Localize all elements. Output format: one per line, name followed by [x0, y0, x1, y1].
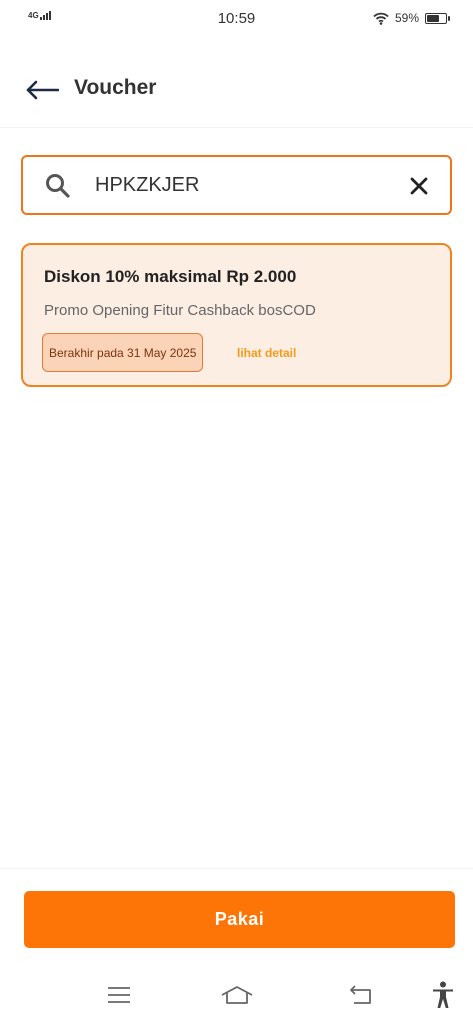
page-title: Voucher [74, 76, 157, 99]
accessibility-icon [433, 981, 453, 1008]
search-icon [46, 174, 70, 198]
voucher-search-box [21, 155, 452, 215]
detail-link[interactable]: lihat detail [237, 346, 296, 360]
battery-percent: 59% [394, 11, 419, 25]
voucher-title: Diskon 10% maksimal Rp 2.000 [44, 267, 297, 286]
menu-button[interactable] [101, 980, 137, 1010]
app-header: Voucher [0, 38, 473, 128]
expiry-badge: Berakhir pada 31 May 2025 [42, 333, 204, 372]
voucher-card[interactable]: Diskon 10% maksimal Rp 2.000 Promo Openi… [21, 243, 452, 387]
battery-level [427, 14, 439, 22]
wifi-icon [373, 12, 389, 25]
home-button[interactable] [219, 980, 255, 1010]
status-right-group: 59% [373, 11, 450, 25]
accessibility-button[interactable] [425, 980, 461, 1010]
clear-search-button[interactable] [406, 173, 432, 199]
back-button[interactable] [22, 72, 62, 108]
system-nav-bar [0, 970, 473, 1024]
voucher-subtitle: Promo Opening Fitur Cashback bosCOD [44, 302, 316, 319]
battery-icon [425, 12, 450, 24]
use-voucher-button[interactable]: Pakai [24, 891, 455, 948]
voucher-code-input[interactable] [95, 169, 395, 201]
menu-icon [108, 987, 130, 1003]
arrow-left-icon [26, 80, 59, 100]
back-nav-button[interactable] [343, 980, 379, 1010]
status-bar: 4G 10:59 59% [0, 0, 473, 38]
close-icon [410, 177, 428, 195]
back-icon [350, 985, 371, 1004]
home-icon [221, 986, 253, 1004]
